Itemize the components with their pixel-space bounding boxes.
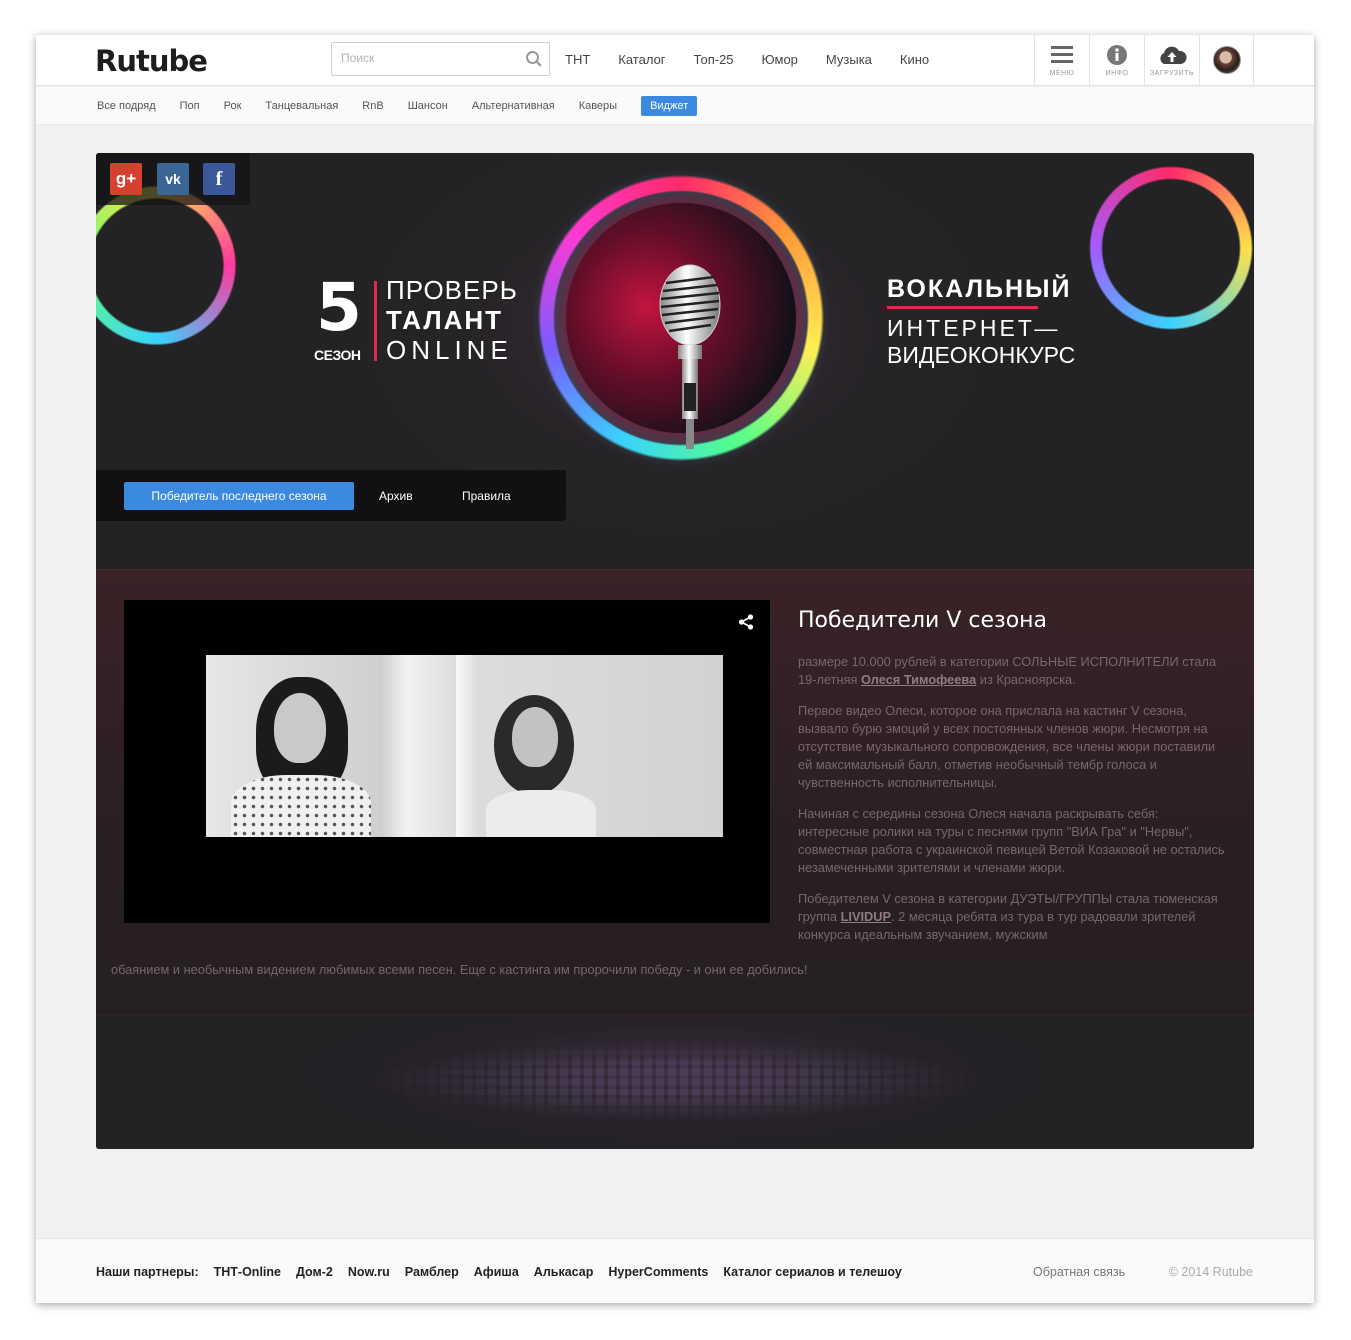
page-frame: Rutube ТНТ Каталог Топ-25 Юмор Музыка Ки…: [36, 35, 1314, 1303]
header-tools: МЕНЮ ИНФО ЗАГРУЗИТЬ: [1034, 35, 1254, 86]
nav-movies[interactable]: Кино: [900, 52, 929, 67]
avatar: [1213, 46, 1241, 74]
partner-link[interactable]: ТНТ-Online: [214, 1265, 281, 1279]
copyright: © 2014 Rutube: [1168, 1265, 1253, 1279]
user-avatar-button[interactable]: [1199, 35, 1254, 86]
genre-dance[interactable]: Танцевальная: [265, 96, 338, 116]
genre-rnb[interactable]: RnB: [362, 96, 383, 116]
paragraph-4-continued: обаянием и необычным видением любимых вс…: [111, 962, 808, 977]
video-thumbnail[interactable]: [206, 655, 723, 837]
nav-music[interactable]: Музыка: [826, 52, 872, 67]
feedback-link[interactable]: Обратная связь: [1033, 1265, 1125, 1279]
winner-photo2-face: [512, 707, 558, 767]
cloud-upload-icon: [1160, 46, 1187, 64]
contest-title-line3: ВИДЕОКОНКУРС: [887, 342, 1076, 368]
contest-title-line1: ВОКАЛЬНЫЙ: [887, 275, 1072, 303]
footer: Наши партнеры: ТНТ-Online Дом-2 Now.ru Р…: [36, 1238, 1314, 1303]
stage-floor-decoration: [96, 1015, 1254, 1149]
slogan-line3: ONLINE: [386, 335, 513, 365]
nav-tnt[interactable]: ТНТ: [565, 52, 590, 67]
microphone-icon: [659, 264, 721, 449]
season-number: 5: [316, 269, 362, 346]
partners-list: Наши партнеры: ТНТ-Online Дом-2 Now.ru Р…: [96, 1265, 917, 1279]
top-nav: ТНТ Каталог Топ-25 Юмор Музыка Кино: [565, 52, 957, 67]
slogan-line2: ТАЛАНТ: [386, 305, 504, 335]
genre-alternative[interactable]: Альтернативная: [472, 96, 555, 116]
social-bar: g+ vk f: [96, 153, 250, 205]
season-label: СЕЗОН: [314, 347, 361, 363]
upload-button[interactable]: ЗАГРУЗИТЬ: [1144, 35, 1199, 86]
search-input[interactable]: [341, 51, 516, 65]
genre-nav: Все подряд Поп Рок Танцевальная RnB Шанс…: [36, 87, 1314, 125]
winner-link-olesya[interactable]: Олеся Тимофеева: [861, 672, 976, 687]
paragraph-3: Начиная с середины сезона Олеся начала р…: [798, 806, 1225, 875]
partner-link[interactable]: Now.ru: [348, 1265, 390, 1279]
slogan-line1: ПРОВЕРЬ: [386, 275, 518, 305]
google-plus-icon[interactable]: g+: [110, 163, 142, 195]
info-button[interactable]: ИНФО: [1089, 35, 1144, 86]
partners-label: Наши партнеры:: [96, 1265, 199, 1279]
partner-link[interactable]: Дом-2: [296, 1265, 333, 1279]
partner-link[interactable]: HyperComments: [608, 1265, 708, 1279]
winner-photo-face: [274, 693, 326, 763]
genre-rock[interactable]: Рок: [224, 96, 242, 116]
search-box[interactable]: [331, 42, 550, 76]
genre-all[interactable]: Все подряд: [97, 96, 156, 116]
winners-section: Победители V сезона размере 10.000 рубле…: [96, 569, 1254, 1015]
nav-humor[interactable]: Юмор: [762, 52, 798, 67]
contest-title-underline: [887, 306, 1038, 309]
menu-label: МЕНЮ: [1049, 70, 1075, 77]
winners-text: размере 10.000 рублей в категории СОЛЬНЫ…: [798, 654, 1225, 942]
winners-title: Победители V сезона: [798, 608, 1048, 633]
partner-link[interactable]: Афиша: [474, 1265, 519, 1279]
vk-icon[interactable]: vk: [157, 163, 189, 195]
search-icon[interactable]: [525, 50, 543, 68]
contest-tabs: Победитель последнего сезона Архив Прави…: [96, 470, 566, 521]
tab-rules[interactable]: Правила: [462, 482, 511, 510]
winner-photo2-body: [486, 790, 596, 837]
right-ring-decoration: [1086, 163, 1254, 333]
info-icon: [1107, 45, 1127, 65]
genre-widget[interactable]: Виджет: [641, 96, 698, 116]
contest-title-line2: ИНТЕРНЕТ—: [887, 315, 1061, 341]
partner-link[interactable]: Алькасар: [534, 1265, 594, 1279]
info-label: ИНФО: [1105, 70, 1129, 77]
tab-archive[interactable]: Архив: [379, 482, 413, 510]
partner-link[interactable]: Каталог сериалов и телешоу: [723, 1265, 901, 1279]
genre-covers[interactable]: Каверы: [579, 96, 617, 116]
season-divider: [374, 281, 377, 361]
paragraph-2: Первое видео Олеси, которое она прислала…: [798, 703, 1216, 790]
tab-last-winner[interactable]: Победитель последнего сезона: [124, 482, 354, 510]
menu-button[interactable]: МЕНЮ: [1034, 35, 1089, 86]
partner-link[interactable]: Рамблер: [405, 1265, 459, 1279]
left-ring-decoration: [96, 183, 239, 348]
menu-icon: [1051, 46, 1073, 63]
contest-banner: g+ vk f 5 СЕЗОН ПРОВЕРЬ ТАЛАНТ ONLINE ВО…: [96, 153, 1254, 1149]
nav-catalog[interactable]: Каталог: [618, 52, 665, 67]
winner-link-lividup[interactable]: LIVIDUP: [841, 909, 891, 924]
video-player[interactable]: [124, 600, 770, 923]
hero: g+ vk f 5 СЕЗОН ПРОВЕРЬ ТАЛАНТ ONLINE ВО…: [96, 153, 1254, 569]
nav-top25[interactable]: Топ-25: [694, 52, 734, 67]
genre-pop[interactable]: Поп: [180, 96, 200, 116]
contest-title: ВОКАЛЬНЫЙ ИНТЕРНЕТ— ВИДЕОКОНКУРС: [887, 275, 1075, 369]
facebook-icon[interactable]: f: [203, 163, 235, 195]
share-icon[interactable]: [738, 614, 754, 630]
winner-photo-body: [231, 775, 371, 837]
header: Rutube ТНТ Каталог Топ-25 Юмор Музыка Ки…: [36, 35, 1314, 86]
logo[interactable]: Rutube: [95, 44, 208, 78]
genre-chanson[interactable]: Шансон: [408, 96, 448, 116]
upload-label: ЗАГРУЗИТЬ: [1149, 70, 1195, 77]
